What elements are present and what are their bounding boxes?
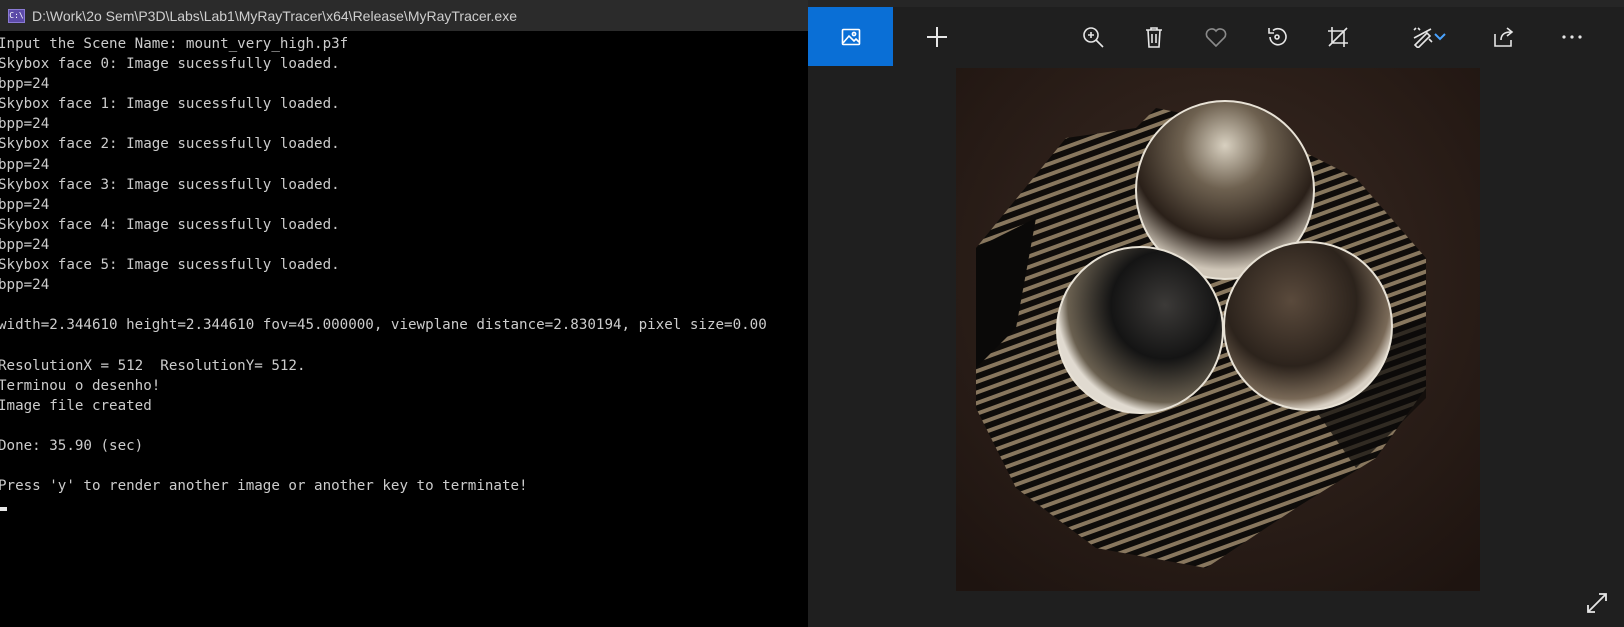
console-line: ResolutionX = 512 ResolutionY= 512.: [0, 357, 306, 374]
console-line: Skybox face 2: Image sucessfully loaded.: [0, 136, 340, 153]
console-title: D:\Work\2o Sem\P3D\Labs\Lab1\MyRayTracer…: [32, 7, 518, 24]
console-app-icon: C:\: [8, 8, 25, 23]
share-icon: [1494, 26, 1514, 47]
console-output[interactable]: Input the Scene Name: mount_very_high.p3…: [0, 31, 808, 627]
crop-icon: [1328, 26, 1348, 47]
console-line: Skybox face 0: Image sucessfully loaded.: [0, 56, 340, 73]
share-button[interactable]: [1478, 7, 1530, 66]
raytraced-scene-image: [956, 68, 1480, 591]
delete-icon: [1146, 26, 1162, 48]
fullscreen-button[interactable]: [1580, 586, 1614, 620]
crop-button[interactable]: [1312, 7, 1364, 66]
add-button[interactable]: [911, 7, 963, 66]
viewer-title-strip: [808, 0, 1624, 7]
photo-viewer-window: [808, 0, 1624, 627]
rotate-icon: [1268, 27, 1287, 45]
console-line: Skybox face 1: Image sucessfully loaded.: [0, 96, 340, 113]
console-line: Skybox face 4: Image sucessfully loaded.: [0, 216, 340, 233]
console-line: bpp=24: [0, 236, 50, 253]
console-line: Input the Scene Name: mount_very_high.p3…: [0, 36, 349, 52]
viewer-toolbar: [808, 7, 1624, 66]
console-line: Image file created: [0, 397, 152, 414]
console-line: width=2.344610 height=2.344610 fov=45.00…: [0, 317, 767, 334]
console-line: bpp=24: [0, 196, 50, 213]
zoom-button[interactable]: [1067, 7, 1119, 66]
console-line: Skybox face 3: Image sucessfully loaded.: [0, 176, 340, 193]
console-line: bpp=24: [0, 156, 50, 173]
console-line: bpp=24: [0, 76, 50, 93]
console-line: bpp=24: [0, 116, 50, 133]
delete-button[interactable]: [1128, 7, 1180, 66]
image-view-button[interactable]: [808, 7, 893, 66]
expand-icon: [1587, 593, 1607, 613]
rotate-button[interactable]: [1251, 7, 1303, 66]
rendered-image[interactable]: [956, 68, 1480, 591]
zoom-icon: [1083, 26, 1104, 48]
dropdown-chevron-icon: [1434, 32, 1446, 40]
favorite-button[interactable]: [1190, 7, 1242, 66]
more-options-button[interactable]: [1546, 7, 1598, 66]
image-view-icon: [841, 28, 860, 45]
console-titlebar[interactable]: C:\ D:\Work\2o Sem\P3D\Labs\Lab1\MyRayTr…: [0, 0, 808, 31]
edit-dropdown-button[interactable]: [1429, 7, 1451, 66]
console-line: bpp=24: [0, 277, 50, 294]
console-line: Skybox face 5: Image sucessfully loaded.: [0, 257, 340, 274]
more-icon: [1562, 34, 1582, 39]
text-cursor: [0, 507, 7, 511]
console-line: Terminou o desenho!: [0, 377, 161, 394]
add-icon: [927, 26, 947, 47]
favorite-icon: [1205, 27, 1227, 47]
console-line: Press 'y' to render another image or ano…: [0, 478, 528, 495]
console-line: Done: 35.90 (sec): [0, 437, 144, 454]
console-window: C:\ D:\Work\2o Sem\P3D\Labs\Lab1\MyRayTr…: [0, 0, 808, 627]
